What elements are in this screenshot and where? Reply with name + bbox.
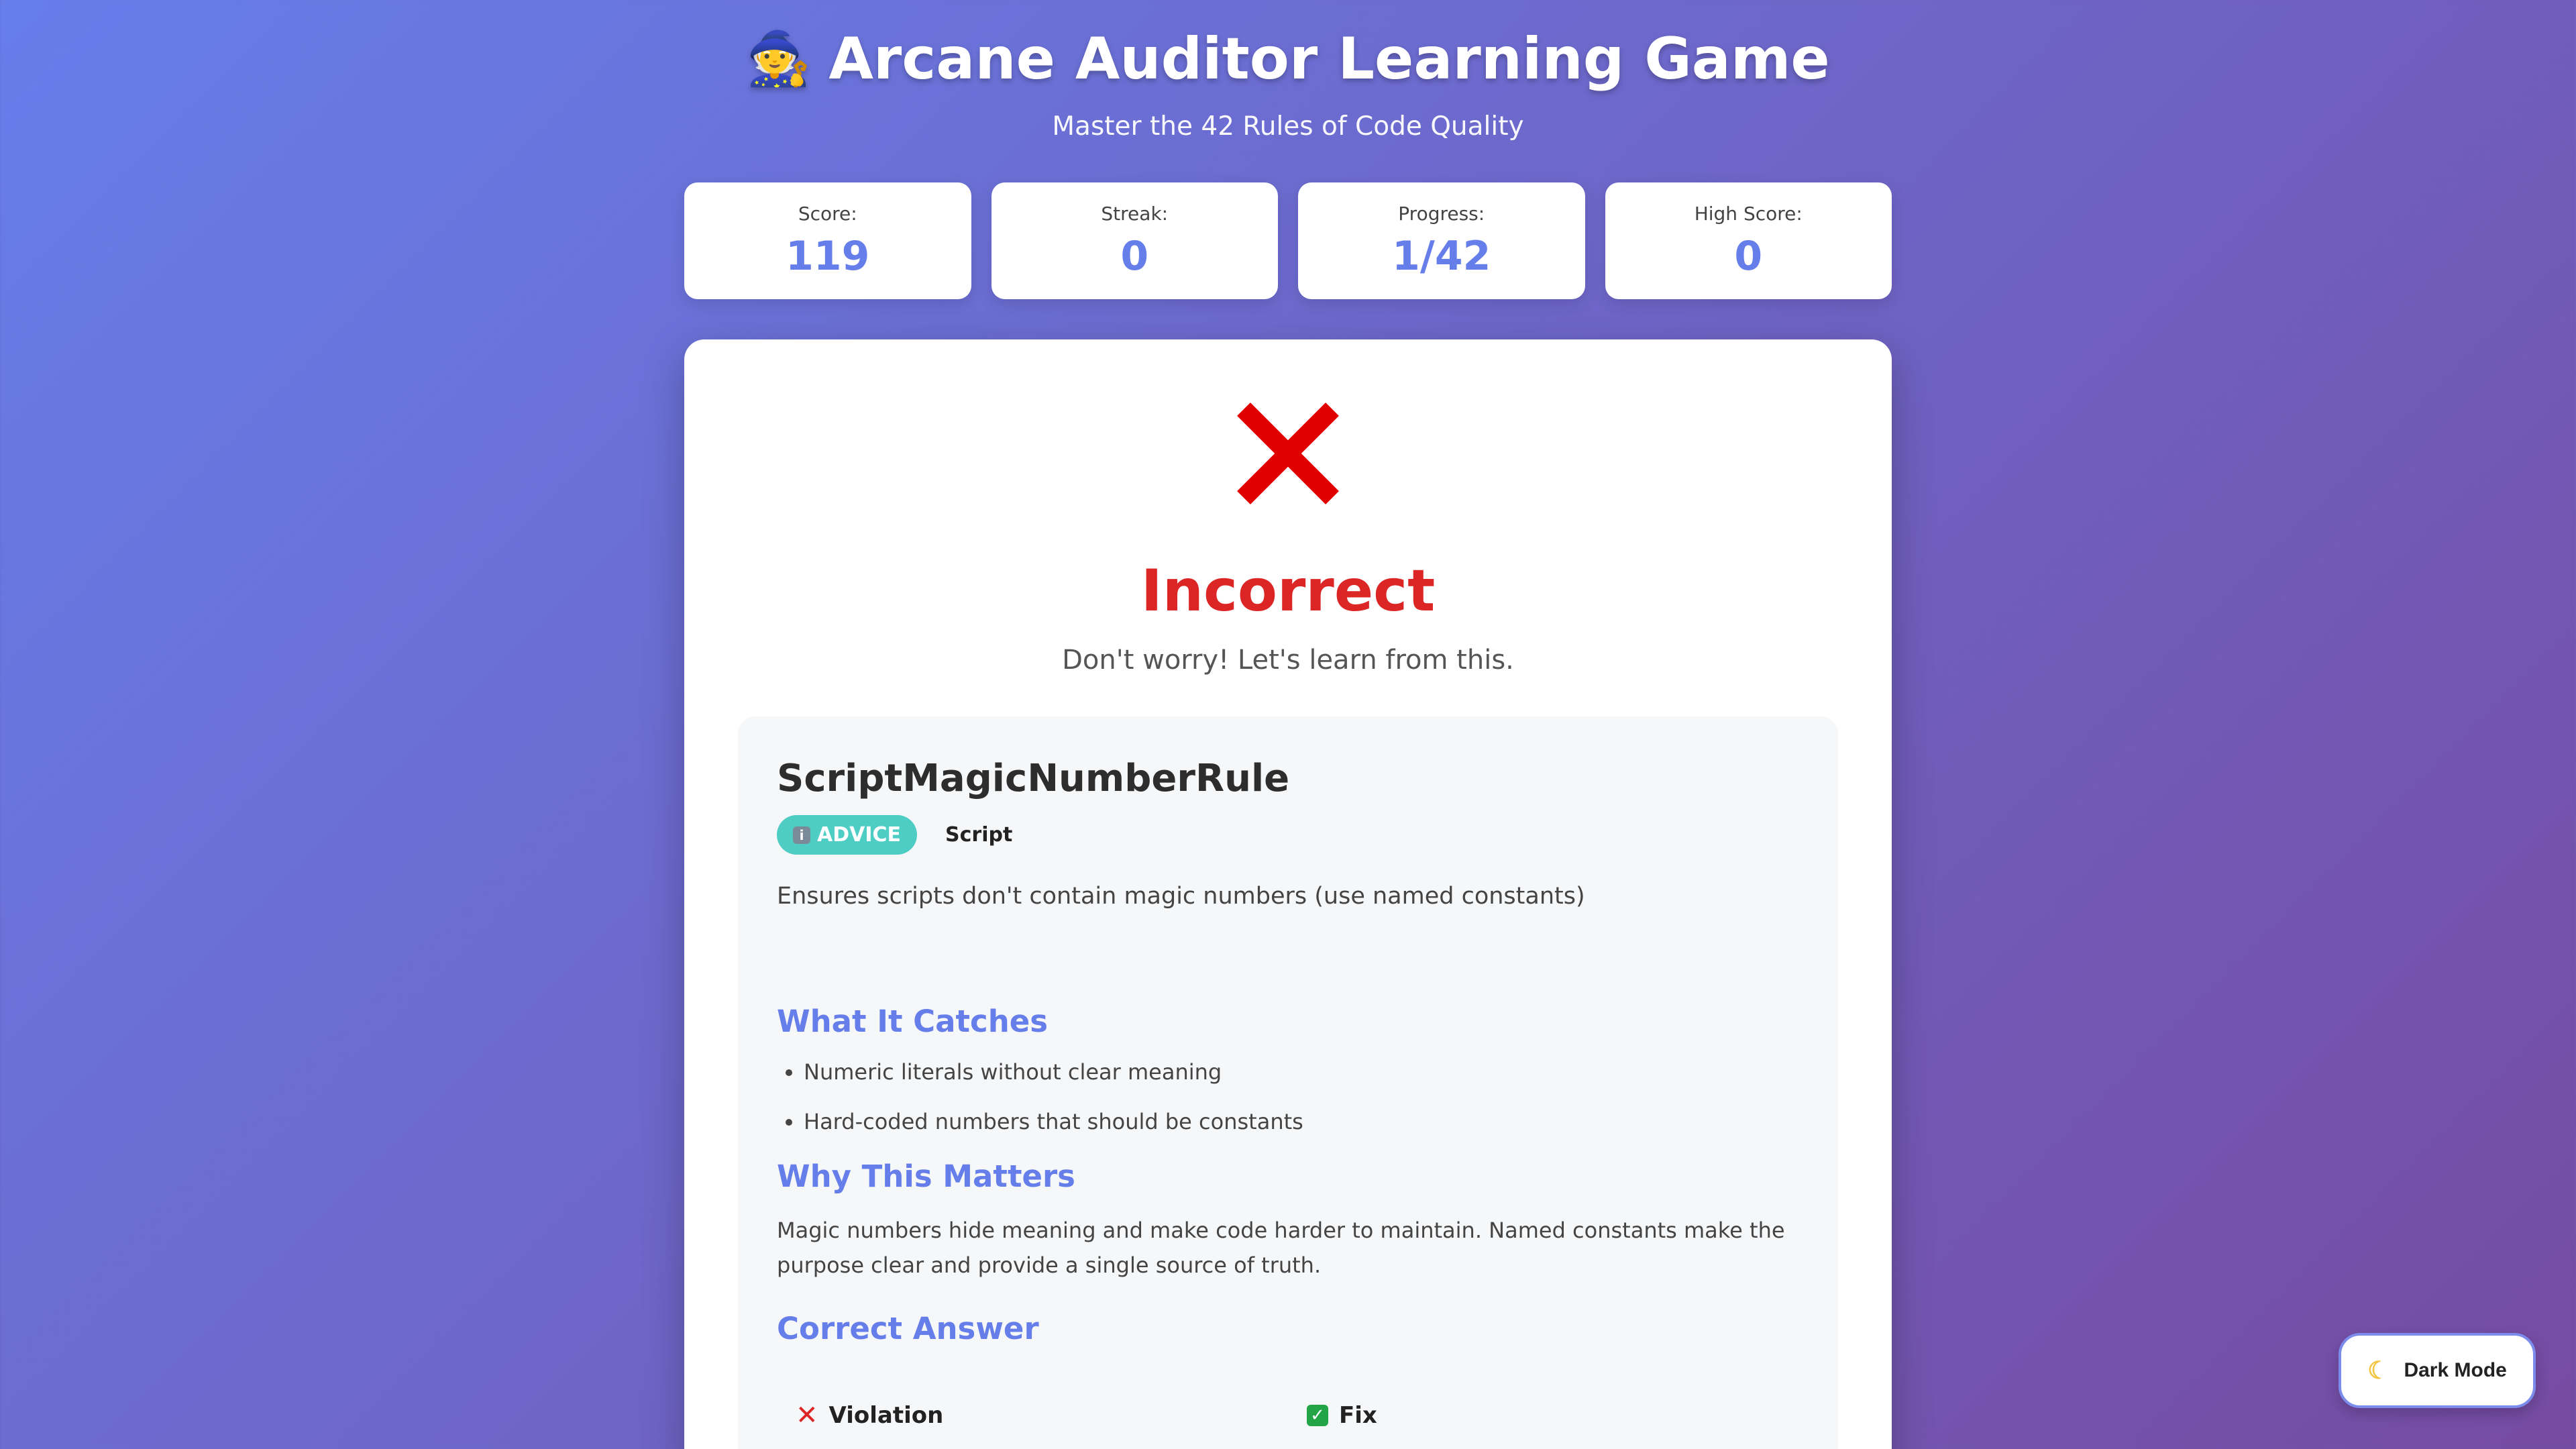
app-page: 🧙 Arcane Auditor Learning Game Master th… bbox=[0, 0, 2576, 1449]
result-message: Don't worry! Let's learn from this. bbox=[1062, 645, 1514, 676]
violation-label: Violation bbox=[828, 1402, 944, 1429]
catches-list: Numeric literals without clear meaning H… bbox=[777, 1059, 1799, 1134]
answer-heading: Correct Answer bbox=[777, 1311, 1039, 1346]
stat-score: Score: 119 bbox=[684, 182, 971, 299]
catches-heading: What It Catches bbox=[777, 1004, 1049, 1039]
wizard-icon: 🧙 bbox=[746, 28, 812, 89]
info-icon: i bbox=[793, 826, 810, 844]
why-heading: Why This Matters bbox=[777, 1159, 1075, 1194]
stat-value: 1/42 bbox=[1392, 233, 1491, 280]
dark-mode-button[interactable]: ☾ Dark Mode bbox=[2339, 1333, 2536, 1408]
rule-description: Ensures scripts don't contain magic numb… bbox=[777, 883, 1585, 910]
stat-value: 0 bbox=[1120, 233, 1149, 280]
cross-icon: ✕ bbox=[796, 1400, 818, 1431]
fix-column: ✓ Fix bbox=[1288, 1400, 1799, 1431]
rule-tags: i ADVICE Script bbox=[777, 815, 1799, 855]
severity-badge: i ADVICE bbox=[777, 815, 918, 855]
list-item: Hard-coded numbers that should be consta… bbox=[804, 1109, 1799, 1134]
rule-name: ScriptMagicNumberRule bbox=[777, 757, 1290, 800]
stat-high-score: High Score: 0 bbox=[1605, 182, 1892, 299]
stat-label: Progress: bbox=[1398, 203, 1485, 225]
why-text: Magic numbers hide meaning and make code… bbox=[777, 1218, 1785, 1278]
fix-label: Fix bbox=[1339, 1402, 1377, 1429]
result-card: Incorrect Don't worry! Let's learn from … bbox=[684, 339, 1892, 1449]
dark-mode-label: Dark Mode bbox=[2404, 1359, 2507, 1381]
cross-mark-icon bbox=[1237, 402, 1339, 504]
stat-streak: Streak: 0 bbox=[991, 182, 1278, 299]
stats-bar: Score: 119 Streak: 0 Progress: 1/42 High… bbox=[684, 182, 1892, 299]
moon-icon: ☾ bbox=[2367, 1356, 2390, 1384]
rule-explanation: ScriptMagicNumberRule i ADVICE Script En… bbox=[738, 716, 1838, 1449]
page-title: 🧙 Arcane Auditor Learning Game bbox=[746, 25, 1830, 93]
check-icon: ✓ bbox=[1307, 1405, 1328, 1426]
stat-label: High Score: bbox=[1694, 203, 1803, 225]
stat-progress: Progress: 1/42 bbox=[1298, 182, 1585, 299]
stat-label: Streak: bbox=[1101, 203, 1169, 225]
severity-label: ADVICE bbox=[817, 823, 902, 847]
page-subtitle: Master the 42 Rules of Code Quality bbox=[1052, 111, 1524, 142]
page-title-text: Arcane Auditor Learning Game bbox=[828, 25, 1830, 93]
category-label: Script bbox=[945, 823, 1013, 847]
answer-columns: ✕ Violation ✓ Fix bbox=[777, 1400, 1799, 1431]
stat-value: 119 bbox=[786, 233, 870, 280]
stat-value: 0 bbox=[1734, 233, 1763, 280]
stat-label: Score: bbox=[798, 203, 857, 225]
result-title: Incorrect bbox=[1140, 557, 1436, 625]
list-item: Numeric literals without clear meaning bbox=[804, 1059, 1799, 1085]
violation-column: ✕ Violation bbox=[777, 1400, 1288, 1431]
app-header: 🧙 Arcane Auditor Learning Game Master th… bbox=[0, 0, 2576, 142]
